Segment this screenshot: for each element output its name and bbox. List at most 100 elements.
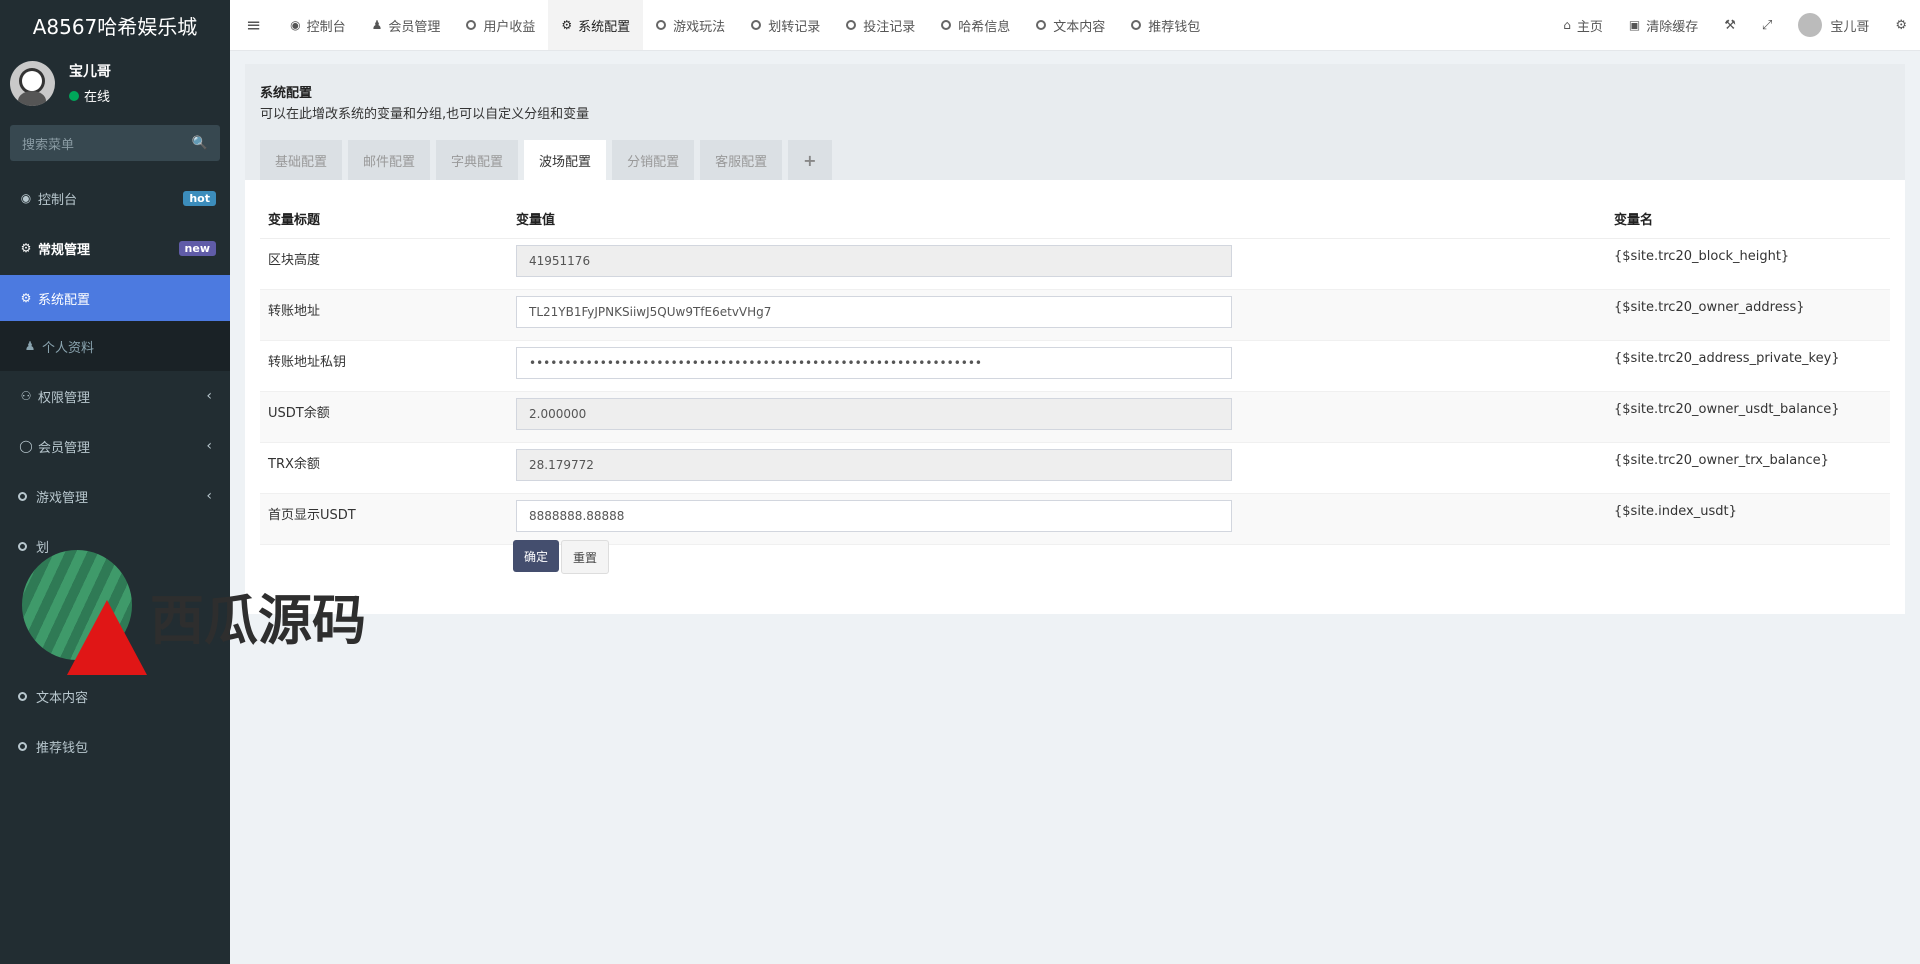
tab-label: 系统配置 [578,19,631,35]
user-menu[interactable]: 宝儿哥 [1785,0,1882,50]
gear-icon: ⚙ [561,18,573,32]
search-placeholder: 搜索菜单 [22,137,75,153]
gear-icon: ⚙ [20,291,32,305]
tab-label: 用户收益 [483,19,536,35]
cogs-icon: ⚙ [20,241,32,255]
tab-bet-records[interactable]: 投注记录 [833,0,928,50]
dashboard-icon: ◉ [290,18,301,32]
sidebar-item-general[interactable]: ⚙ 常规管理 new [0,223,230,273]
circle-icon [941,20,952,30]
row-variable-name: {$site.trc20_owner_address} [1606,289,1890,341]
circle-icon [1131,20,1142,30]
page-title: 系统配置 [260,86,313,101]
trash-icon: ▣ [1628,18,1641,32]
clear-cache-label: 清除缓存 [1646,19,1699,35]
circle-icon [466,20,477,30]
clear-cache-button[interactable]: ▣ 清除缓存 [1616,0,1711,50]
sidebar-item-system-config[interactable]: ⚙ 系统配置 [0,275,230,321]
reset-button[interactable]: 重置 [561,540,610,574]
value-input-owner-address[interactable]: TL21YB1FyJPNKSiiwJ5QUw9TfE6etvVHg7 [516,296,1232,328]
value-input-trx-balance[interactable]: 28.179772 [516,449,1232,481]
tab-label: 划转记录 [768,19,821,35]
chevron-left-icon: ‹ [206,388,212,404]
tab-label: 文本内容 [1053,19,1106,35]
sidebar: A8567哈希娱乐城 宝儿哥 在线 搜索菜单 🔍 ◉ 控制台 hot ⚙ 常规管… [0,0,230,964]
tab-tron-config[interactable]: 波场配置 [524,140,607,180]
value-input-index-usdt[interactable]: 8888888.88888 [516,500,1232,532]
config-table: 变量标题 变量值 变量名 区块高度 41951176 {$site.trc20_… [260,198,1890,545]
confirm-button[interactable]: 确定 [513,540,560,572]
sidebar-item-dashboard[interactable]: ◉ 控制台 hot [0,173,230,223]
table-row: USDT余额 2.000000 {$site.trc20_owner_usdt_… [260,391,1890,443]
sidebar-item-label: 游戏管理 [36,490,89,506]
search-icon[interactable]: 🔍 [192,136,208,151]
sidebar-item-label: 控制台 [38,192,78,208]
sidebar-toggle-icon[interactable]: ≡ [230,0,277,50]
circle-icon [18,491,27,501]
user-status: 在线 [69,86,111,105]
tab-system-config[interactable]: ⚙ 系统配置 [548,0,644,50]
settings-icon[interactable]: ⚙ [1882,0,1920,50]
home-label: 主页 [1576,19,1603,35]
tab-label: 游戏玩法 [673,19,726,35]
row-title: 首页显示USDT [260,493,508,545]
language-icon[interactable]: ⚒ [1711,0,1749,50]
dashboard-icon: ◉ [20,191,32,205]
user-panel: 宝儿哥 在线 [0,50,230,120]
tab-game-rules[interactable]: 游戏玩法 [643,0,738,50]
column-header: 变量标题 [260,198,508,239]
tab-dashboard[interactable]: ◉ 控制台 [277,0,359,50]
tab-basic-config[interactable]: 基础配置 [260,140,343,180]
chevron-left-icon: ‹ [206,488,212,504]
sidebar-item-permissions[interactable]: ⚇ 权限管理 ‹ [0,371,230,421]
table-row: 转账地址 TL21YB1FyJPNKSiiwJ5QUw9TfE6etvVHg7 … [260,289,1890,341]
form-actions: 确定 重置 [513,540,611,574]
menu-search-input[interactable]: 搜索菜单 🔍 [10,125,220,161]
tab-email-config[interactable]: 邮件配置 [348,140,431,180]
sidebar-item-recommend-wallet[interactable]: 推荐钱包 [0,721,230,771]
circle-icon [18,691,27,701]
group-icon: ⚇ [20,389,32,403]
sidebar-item-members[interactable]: ◯ 会员管理 ‹ [0,421,230,471]
column-header: 变量值 [508,198,1606,239]
tab-transfer-records[interactable]: 划转记录 [738,0,833,50]
app-logo[interactable]: A8567哈希娱乐城 [0,0,230,50]
sidebar-item-games[interactable]: 游戏管理 ‹ [0,471,230,521]
status-label: 在线 [84,90,111,105]
circle-icon [846,20,857,30]
sidebar-item-label: 推荐钱包 [36,740,89,756]
tab-dictionary-config[interactable]: 字典配置 [436,140,519,180]
tab-label: 哈希信息 [958,19,1011,35]
tab-label: 会员管理 [388,19,441,35]
value-input-block-height[interactable]: 41951176 [516,245,1232,277]
row-variable-name: {$site.trc20_block_height} [1606,238,1890,290]
sidebar-item-profile[interactable]: ♟ 个人资料 [0,321,230,371]
tab-user-earnings[interactable]: 用户收益 [453,0,548,50]
tab-support-config[interactable]: 客服配置 [700,140,783,180]
tab-members[interactable]: ♟ 会员管理 [359,0,454,50]
sidebar-item-label: 系统配置 [38,292,91,308]
tab-label: 投注记录 [863,19,916,35]
config-panel: 系统配置 可以在此增改系统的变量和分组,也可以自定义分组和变量 基础配置 邮件配… [245,64,1905,614]
avatar [1798,13,1823,37]
table-row: TRX余额 28.179772 {$site.trc20_owner_trx_b… [260,442,1890,494]
row-variable-name: {$site.trc20_owner_usdt_balance} [1606,391,1890,443]
tab-recommend-wallet[interactable]: 推荐钱包 [1118,0,1213,50]
user-name: 宝儿哥 [69,64,111,80]
fullscreen-icon[interactable]: ⤢ [1749,0,1785,50]
tab-label: 控制台 [306,19,346,35]
table-row: 首页显示USDT 8888888.88888 {$site.index_usdt… [260,493,1890,545]
value-input-private-key[interactable]: ••••••••••••••••••••••••••••••••••••••••… [516,347,1232,379]
new-badge: new [178,240,216,256]
tab-distribution-config[interactable]: 分销配置 [612,140,695,180]
watermelon-logo-icon [12,545,152,685]
tab-text-content[interactable]: 文本内容 [1023,0,1118,50]
user-icon: ♟ [24,339,36,353]
home-link[interactable]: ⌂ 主页 [1550,0,1616,50]
value-input-usdt-balance[interactable]: 2.000000 [516,398,1232,430]
sidebar-item-label: 权限管理 [38,390,91,406]
watermark-text: 西瓜源码 [150,588,366,652]
tab-hash-info[interactable]: 哈希信息 [928,0,1023,50]
row-title: 转账地址 [260,289,508,341]
add-group-button[interactable]: + [788,140,832,180]
